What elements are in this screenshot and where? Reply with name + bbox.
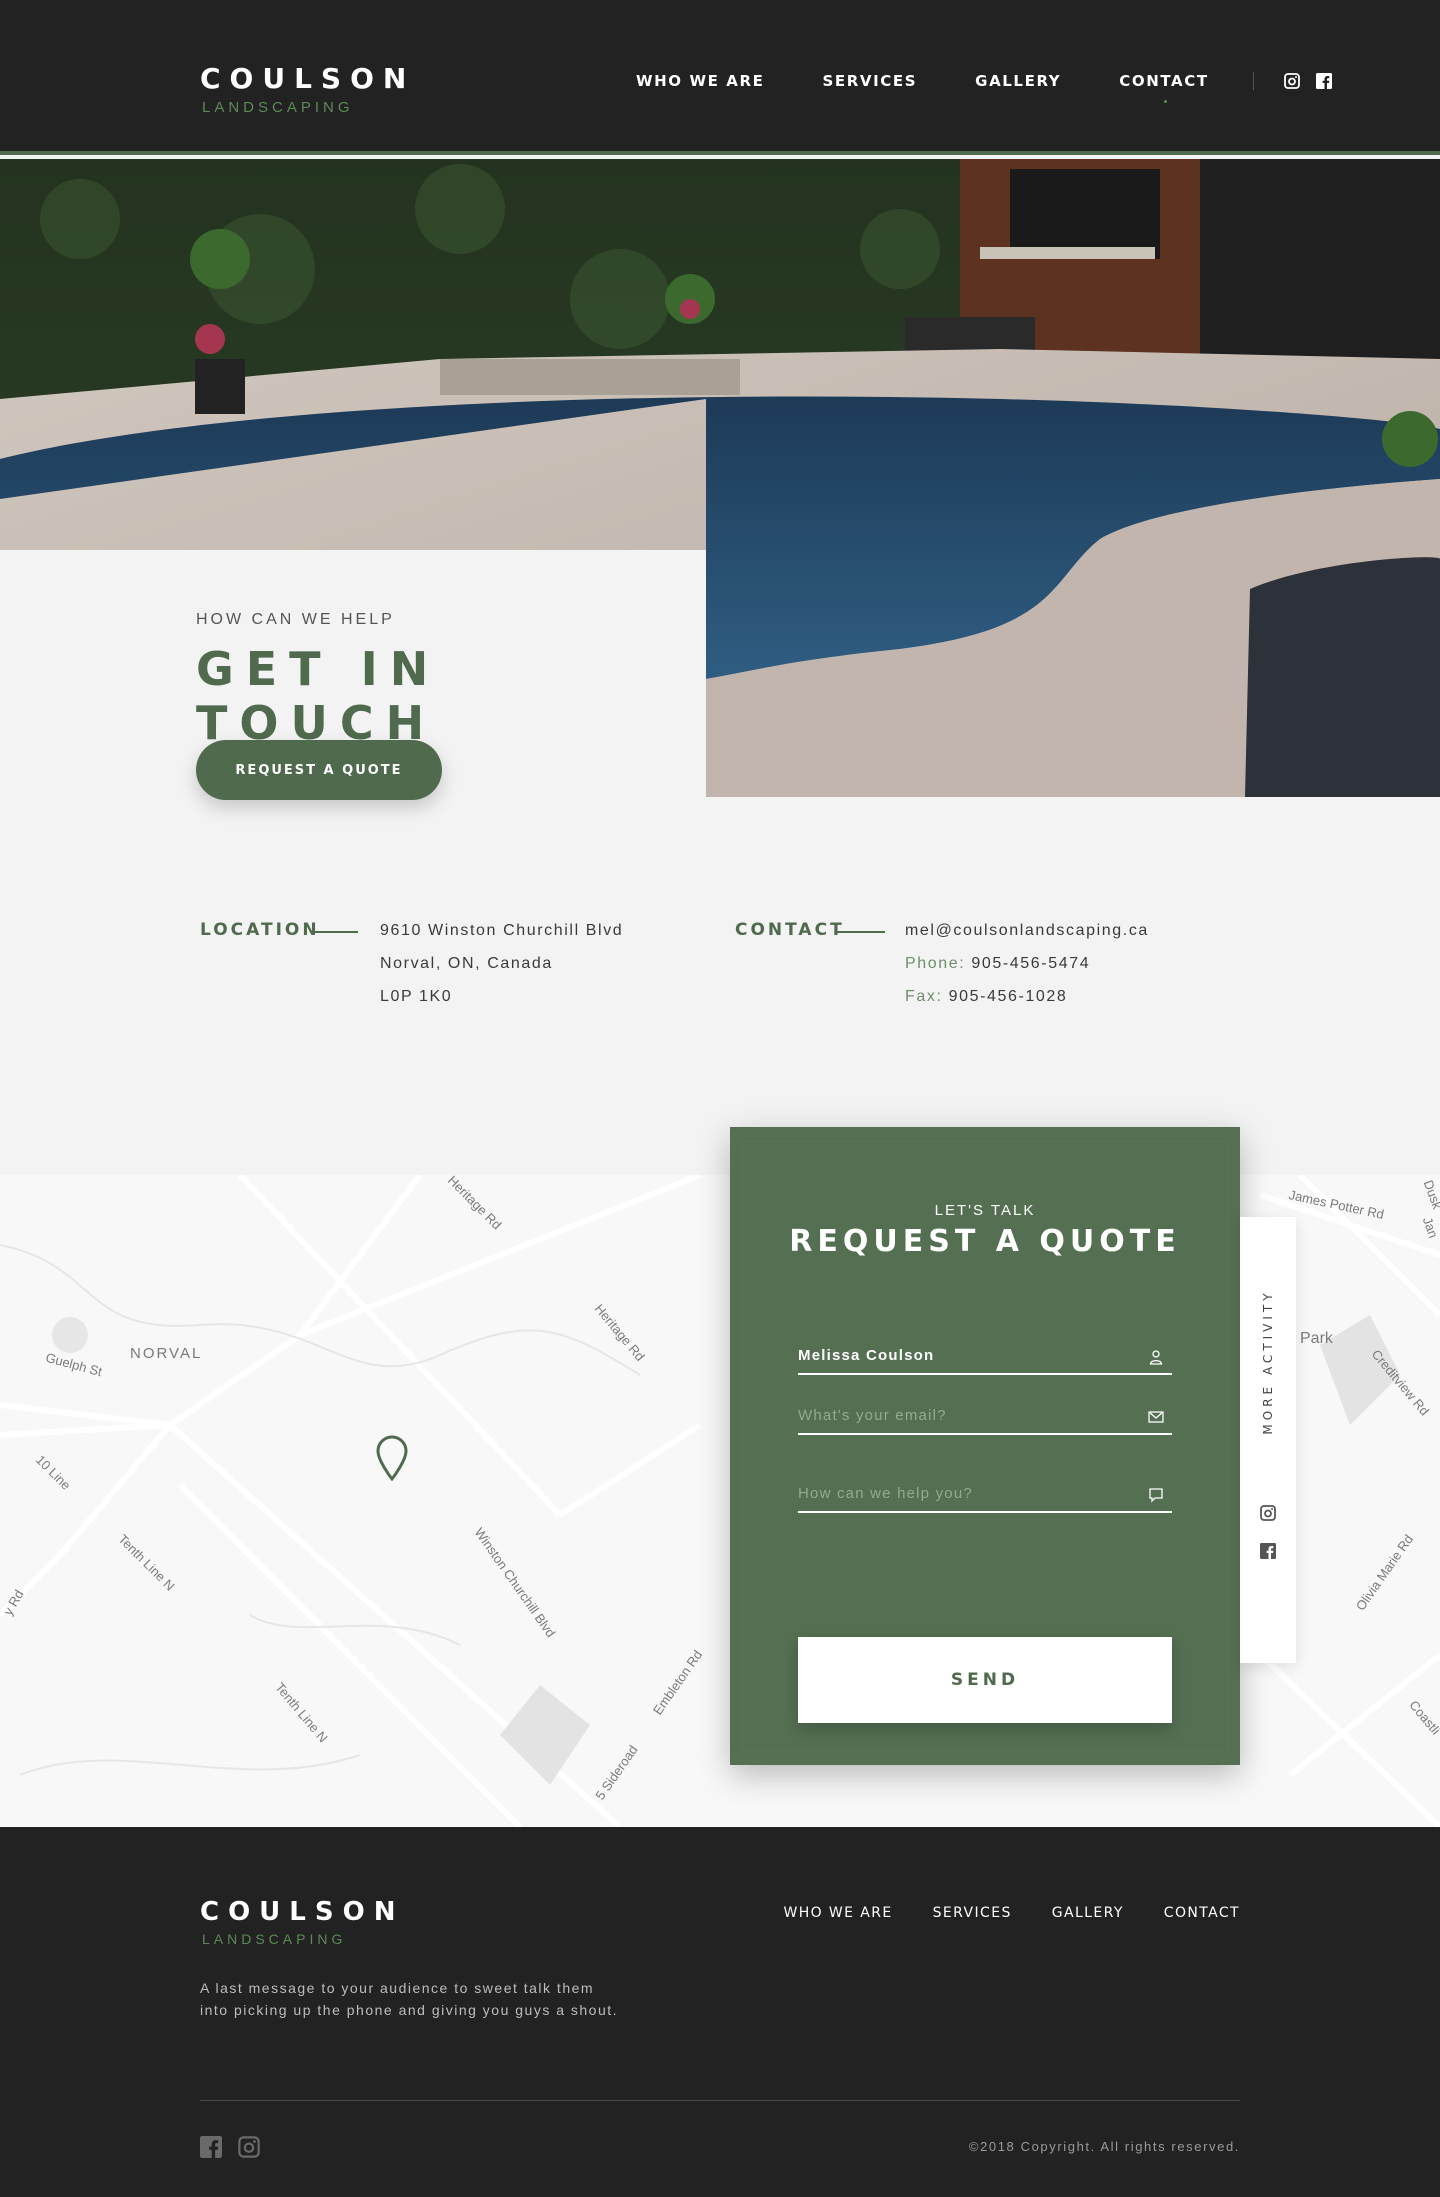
footer-message: A last message to your audience to sweet… [200,1980,619,2018]
footer-nav: WHO WE ARE SERVICES GALLERY CONTACT [783,1905,1240,1921]
contact-divider [837,931,885,933]
contact-email[interactable]: mel@coulsonlandscaping.ca [905,914,1149,947]
footer-nav-who-we-are[interactable]: WHO WE ARE [783,1905,892,1921]
facebook-icon[interactable] [200,2136,222,2158]
site-footer: COULSON LANDSCAPING A last message to yo… [0,1827,1440,2197]
get-in-touch-panel: HOW CAN WE HELP GET IN TOUCH REQUEST A Q… [0,550,706,800]
chat-icon [1149,1488,1163,1503]
instagram-icon[interactable] [238,2136,260,2158]
phone-number[interactable]: 905-456-5474 [971,955,1090,972]
name-value: Melissa Coulson [798,1347,935,1364]
map-pin-icon[interactable] [375,1435,409,1481]
request-quote-button[interactable]: REQUEST A QUOTE [196,740,442,800]
contact-label: CONTACT [735,920,845,940]
site-header: COULSON LANDSCAPING WHO WE ARE SERVICES … [0,0,1440,155]
more-activity-tab[interactable]: MORE ACTIVITY [1240,1217,1296,1663]
footer-nav-services[interactable]: SERVICES [933,1905,1012,1921]
footer-nav-gallery[interactable]: GALLERY [1052,1905,1124,1921]
location-address: 9610 Winston Churchill Blvd Norval, ON, … [380,914,623,1013]
form-title: REQUEST A QUOTE [789,1224,1181,1259]
instagram-icon[interactable] [1260,1505,1276,1521]
footer-logo-name: COULSON [200,1897,405,1927]
address-line-2: Norval, ON, Canada [380,955,553,972]
contact-fax: Fax: 905-456-1028 [905,980,1149,1013]
footer-divider [200,2100,1240,2101]
form-kicker: LET'S TALK [934,1202,1036,1219]
footer-logo-tagline: LANDSCAPING [202,1931,347,1947]
email-placeholder: What's your email? [798,1407,947,1424]
footer-logo[interactable]: COULSON LANDSCAPING [200,1897,404,1947]
copyright: ©2018 Copyright. All rights reserved. [968,2139,1240,2154]
message-placeholder: How can we help you? [798,1485,973,1502]
phone-label: Phone: [905,955,966,972]
mail-icon [1148,1411,1164,1423]
logo[interactable]: COULSON LANDSCAPING [200,62,415,116]
touch-kicker: HOW CAN WE HELP [196,611,395,628]
fax-label: Fax: [905,988,943,1005]
facebook-icon[interactable] [1260,1543,1276,1559]
logo-tagline: LANDSCAPING [202,99,354,116]
page-title: GET IN TOUCH [196,642,441,750]
nav-gallery[interactable]: GALLERY [975,72,1061,90]
nav-divider [1252,72,1254,90]
send-button[interactable]: SEND [798,1637,1172,1723]
facebook-icon[interactable] [1315,73,1332,89]
message-field[interactable]: How can we help you? [798,1479,1172,1513]
user-icon [1149,1350,1163,1365]
page: COULSON LANDSCAPING WHO WE ARE SERVICES … [0,0,1440,2197]
instagram-icon[interactable] [1283,73,1300,89]
address-line-3: L0P 1K0 [380,988,453,1005]
map-label-norval: NORVAL [130,1345,203,1362]
location-label: LOCATION [200,920,320,940]
footer-nav-contact[interactable]: CONTACT [1164,1905,1240,1921]
quote-form: LET'S TALK REQUEST A QUOTE Melissa Couls… [730,1127,1240,1765]
name-field[interactable]: Melissa Coulson [798,1341,1172,1375]
email-field[interactable]: What's your email? [798,1401,1172,1435]
main-nav: WHO WE ARE SERVICES GALLERY CONTACT [636,72,1332,103]
nav-contact[interactable]: CONTACT [1119,72,1208,103]
fax-number: 905-456-1028 [948,988,1068,1005]
contact-details: mel@coulsonlandscaping.ca Phone: 905-456… [905,914,1149,1013]
header-social [1283,73,1332,89]
map-label-park: Park [1300,1330,1333,1347]
address-line-1: 9610 Winston Churchill Blvd [380,922,624,939]
more-activity-label: MORE ACTIVITY [1261,1289,1275,1435]
footer-social [200,2136,260,2158]
nav-who-we-are[interactable]: WHO WE ARE [636,72,765,90]
logo-name: COULSON [200,62,416,95]
location-divider [310,931,358,933]
nav-services[interactable]: SERVICES [823,72,918,90]
contact-phone: Phone: 905-456-5474 [905,947,1149,980]
